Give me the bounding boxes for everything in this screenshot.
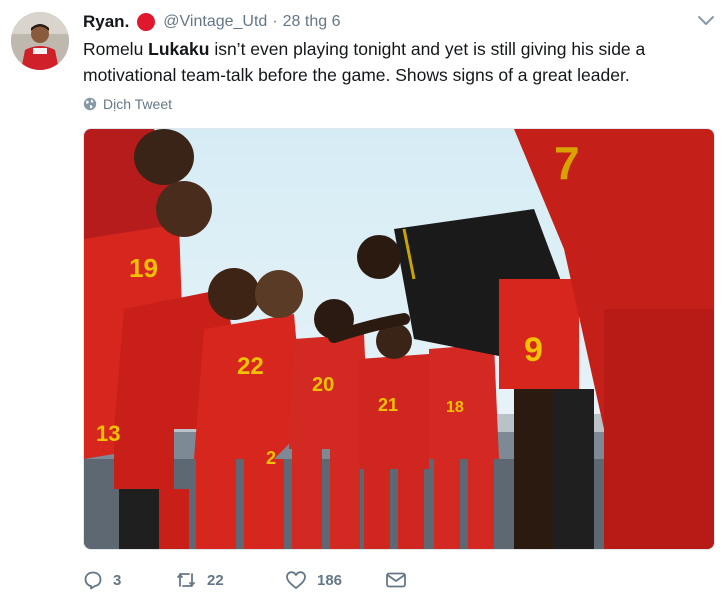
jersey-number-18: 18 [446,399,464,416]
retweet-button[interactable]: 22 [175,570,285,590]
red-dot-icon [137,13,156,31]
translate-tweet-link[interactable]: Dịch Tweet [83,96,172,112]
like-count: 186 [317,571,343,589]
jersey-number-13: 13 [96,421,120,446]
tweet-card[interactable]: Ryan. @Vintage_Utd · 28 thg 6 Romelu Luk… [0,0,728,596]
heart-icon [286,571,306,589]
jersey-number-2: 2 [266,448,276,468]
globe-icon [83,97,97,111]
jersey-number-20: 20 [312,374,334,396]
avatar[interactable] [11,12,69,70]
reply-count: 3 [113,571,122,589]
tweet-date[interactable]: 28 thg 6 [283,13,341,31]
tweet-actions: 3 22 186 [83,568,417,592]
jersey-number-19: 19 [129,253,158,283]
tweet-text: Romelu Lukaku isn’t even playing tonight… [83,36,708,88]
like-button[interactable]: 186 [285,570,385,590]
header-separator: · [272,13,278,30]
retweet-icon [177,573,195,587]
tweet-text-bold: Lukaku [148,39,210,59]
jersey-number-7: 7 [554,137,580,189]
retweet-count: 22 [207,571,224,589]
jersey-number-9: 9 [524,331,543,369]
team-huddle-photo: 19 13 22 2 20 21 18 9 7 [84,129,714,549]
direct-message-button[interactable] [385,571,417,589]
jersey-number-21: 21 [378,395,398,415]
reply-icon [84,571,102,590]
translate-label: Dịch Tweet [103,96,172,112]
avatar-image [11,12,69,70]
jersey-number-22: 22 [237,353,264,380]
tweet-text-start: Romelu [83,39,149,59]
envelope-icon [386,572,406,588]
tweet-header: Ryan. @Vintage_Utd · 28 thg 6 [83,11,340,33]
user-handle[interactable]: @Vintage_Utd [163,13,267,31]
reply-button[interactable]: 3 [83,570,175,590]
display-name[interactable]: Ryan. [83,12,129,32]
tweet-photo[interactable]: 19 13 22 2 20 21 18 9 7 [83,128,715,550]
chevron-down-icon[interactable] [697,14,715,28]
